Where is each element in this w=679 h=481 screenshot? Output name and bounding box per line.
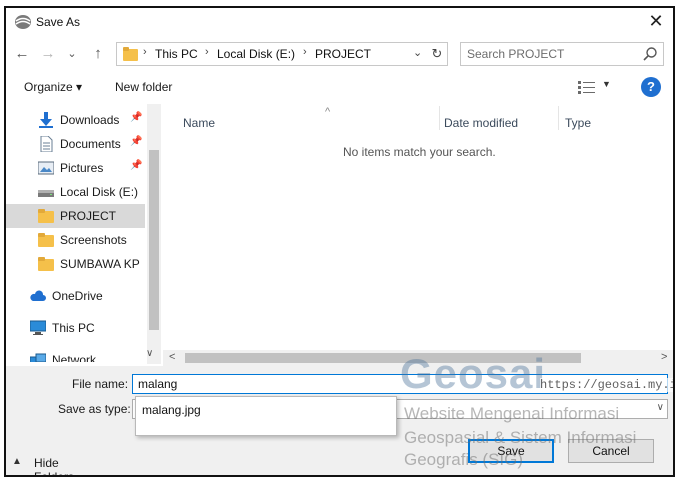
sidebar-item-documents[interactable]: Documents 📌: [6, 132, 145, 156]
navigation-pane: Downloads 📌 Documents 📌 Pictures 📌 Local…: [6, 104, 161, 362]
pin-icon[interactable]: 📌: [130, 112, 142, 123]
chevron-up-icon: ▲: [12, 456, 22, 467]
scroll-left-icon[interactable]: <: [169, 351, 175, 363]
help-icon[interactable]: ?: [641, 77, 661, 97]
up-button[interactable]: ↑: [88, 44, 108, 64]
command-toolbar: Organize ▾ New folder ▼ ?: [6, 74, 673, 102]
cancel-button[interactable]: Cancel: [568, 439, 654, 463]
column-divider[interactable]: [439, 106, 440, 130]
autocomplete-dropdown: malang.jpg: [135, 396, 397, 436]
drive-icon: [38, 190, 54, 197]
sidebar-item-label: PROJECT: [60, 209, 117, 223]
sidebar-item-this-pc[interactable]: This PC: [6, 316, 145, 340]
pin-icon[interactable]: 📌: [130, 160, 142, 171]
file-name-label: File name:: [72, 377, 129, 391]
empty-message: No items match your search.: [343, 145, 496, 159]
column-header-name[interactable]: Name ^: [183, 106, 443, 134]
organize-button[interactable]: Organize ▾: [24, 80, 82, 94]
search-input[interactable]: [467, 46, 637, 62]
sidebar-scrollbar[interactable]: [147, 104, 161, 364]
download-arrow-icon: [39, 112, 53, 128]
breadcrumb-separator: ›: [143, 46, 147, 58]
breadcrumb-this-pc[interactable]: This PC: [155, 47, 198, 61]
sort-indicator-icon: ^: [325, 106, 331, 118]
sidebar-item-label: Screenshots: [60, 233, 127, 247]
sidebar-item-network[interactable]: Network: [6, 348, 145, 362]
sidebar-item-label: SUMBAWA KP: [60, 257, 140, 271]
sidebar-item-label: Downloads: [60, 113, 120, 127]
column-header-label: Date modified: [444, 116, 519, 130]
sidebar-item-label: Local Disk (E:): [60, 185, 139, 199]
refresh-icon[interactable]: ↻: [429, 46, 445, 62]
folder-icon: [38, 233, 54, 247]
sidebar-item-label: Documents: [60, 137, 121, 151]
address-bar[interactable]: › This PC › Local Disk (E:) › PROJECT ⌄ …: [116, 42, 448, 66]
breadcrumb-separator: ›: [303, 46, 307, 58]
recent-locations-button[interactable]: ⌄: [62, 44, 82, 64]
cloud-icon: [30, 290, 46, 301]
folder-icon: [38, 209, 54, 223]
sidebar-item-project[interactable]: PROJECT: [6, 204, 145, 228]
app-logo-icon: [15, 15, 31, 29]
sidebar-item-pictures[interactable]: Pictures 📌: [6, 156, 145, 180]
folder-icon: [38, 257, 54, 271]
scroll-right-icon[interactable]: >: [661, 351, 667, 363]
sidebar-item-onedrive[interactable]: OneDrive: [6, 284, 145, 308]
horizontal-scroll-thumb[interactable]: [185, 353, 581, 363]
sidebar-item-screenshots[interactable]: Screenshots: [6, 228, 145, 252]
scroll-down-icon[interactable]: ∨: [146, 348, 153, 359]
sidebar-item-label: OneDrive: [52, 289, 103, 303]
column-header-label: Type: [565, 116, 592, 130]
hide-folders-label: Hide Folders: [34, 456, 75, 477]
pin-icon[interactable]: 📌: [130, 136, 142, 147]
save-button[interactable]: Save: [468, 439, 554, 463]
sidebar-item-label: Pictures: [60, 161, 104, 175]
title-bar: Save As ✕: [6, 8, 673, 36]
navigation-bar: ← → ⌄ ↑ › This PC › Local Disk (E:) › PR…: [6, 40, 673, 70]
back-button[interactable]: ←: [12, 44, 32, 64]
column-divider[interactable]: [558, 106, 559, 130]
file-name-field[interactable]: [132, 374, 668, 394]
file-name-input[interactable]: [138, 376, 538, 392]
address-dropdown-icon[interactable]: ⌄: [413, 46, 422, 59]
sidebar-item-label: This PC: [52, 321, 95, 335]
save-as-type-label: Save as type:: [58, 402, 131, 416]
breadcrumb-local-disk[interactable]: Local Disk (E:): [217, 47, 295, 61]
column-header-type[interactable]: Type: [565, 108, 665, 134]
breadcrumb-separator: ›: [205, 46, 209, 58]
chevron-down-icon[interactable]: ∨: [657, 402, 664, 413]
new-folder-button[interactable]: New folder: [115, 80, 172, 94]
view-dropdown-icon[interactable]: ▼: [602, 79, 611, 89]
file-list[interactable]: Name ^ Date modified Type No items match…: [163, 104, 673, 364]
sidebar-scroll-thumb[interactable]: [149, 150, 159, 330]
computer-icon: [30, 320, 46, 335]
window-title: Save As: [36, 15, 81, 29]
forward-button[interactable]: →: [38, 44, 58, 64]
horizontal-scrollbar[interactable]: < >: [163, 350, 673, 366]
sidebar-item-downloads[interactable]: Downloads 📌: [6, 108, 145, 132]
save-as-dialog: Save As ✕ ← → ⌄ ↑ › This PC › Local Disk…: [4, 6, 675, 477]
breadcrumb-project[interactable]: PROJECT: [315, 47, 371, 61]
autocomplete-item[interactable]: malang.jpg: [142, 403, 201, 417]
network-icon: [30, 353, 46, 362]
document-icon: [40, 136, 53, 152]
sidebar-item-label: Network: [52, 353, 97, 362]
search-box[interactable]: [460, 42, 664, 66]
sidebar-item-sumbawa-kp[interactable]: SUMBAWA KP: [6, 252, 145, 276]
column-header-date-modified[interactable]: Date modified: [444, 108, 554, 134]
close-button[interactable]: ✕: [642, 10, 670, 34]
pictures-icon: [38, 161, 54, 175]
sidebar-item-local-disk[interactable]: Local Disk (E:): [6, 180, 145, 204]
column-header-label: Name: [183, 116, 216, 130]
search-icon[interactable]: [642, 46, 658, 62]
view-options-icon[interactable]: [578, 80, 596, 94]
folder-icon: [123, 47, 138, 61]
